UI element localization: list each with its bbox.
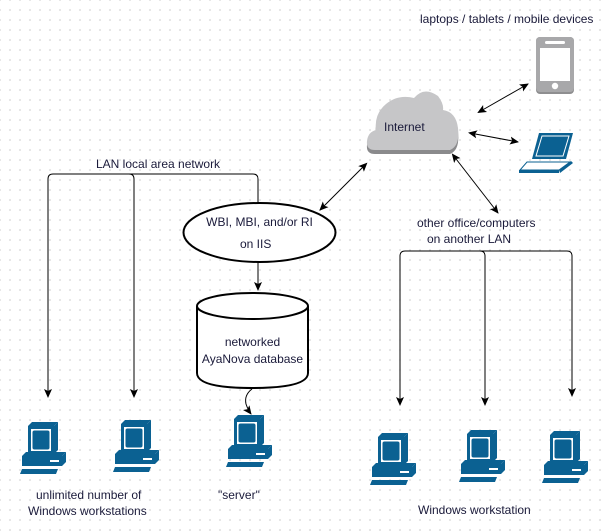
server-computer-icon bbox=[226, 415, 272, 467]
lan-label: LAN local area network bbox=[96, 157, 221, 171]
iis-node bbox=[182, 202, 337, 263]
edge-internet-laptop bbox=[468, 130, 519, 145]
desktop-computer-icon bbox=[459, 430, 505, 482]
other-lan-line-rws3 bbox=[399, 250, 576, 405]
desktop-computer-icon bbox=[20, 422, 66, 474]
database-label-line2: AyaNova database bbox=[201, 352, 304, 366]
edge-internet-other-lan bbox=[451, 153, 499, 214]
edge-internet-iis bbox=[319, 162, 368, 211]
iis-label-line1: WBI, MBI, and/or RI bbox=[206, 215, 313, 229]
database-label-line1: networked bbox=[224, 335, 281, 349]
desktop-computer-icon bbox=[370, 433, 416, 485]
desktop-computer-icon bbox=[113, 420, 159, 472]
internet-label: Internet bbox=[384, 120, 425, 134]
other-lan-label-line2: on another LAN bbox=[427, 232, 512, 246]
other-lan-line-rws2 bbox=[479, 250, 489, 406]
edge-internet-mobile bbox=[477, 83, 529, 113]
edge-database-server bbox=[243, 388, 253, 415]
iis-label-line2: on IIS bbox=[240, 237, 272, 251]
devices-label: laptops / tablets / mobile devices bbox=[420, 12, 594, 26]
network-diagram bbox=[20, 37, 588, 485]
workstations-label-line1: unlimited number of bbox=[36, 488, 142, 502]
smartphone-icon bbox=[536, 37, 574, 94]
laptop-icon bbox=[518, 133, 573, 173]
server-label: "server" bbox=[218, 488, 260, 502]
lan-line-ws2 bbox=[128, 173, 138, 398]
other-lan-connector bbox=[396, 250, 576, 406]
other-lan-label-line1: other office/computers bbox=[417, 216, 536, 230]
remote-workstation-label: Windows workstation bbox=[418, 503, 531, 517]
desktop-computer-icon bbox=[542, 431, 588, 483]
workstations-label-line2: Windows workstations bbox=[28, 504, 147, 518]
